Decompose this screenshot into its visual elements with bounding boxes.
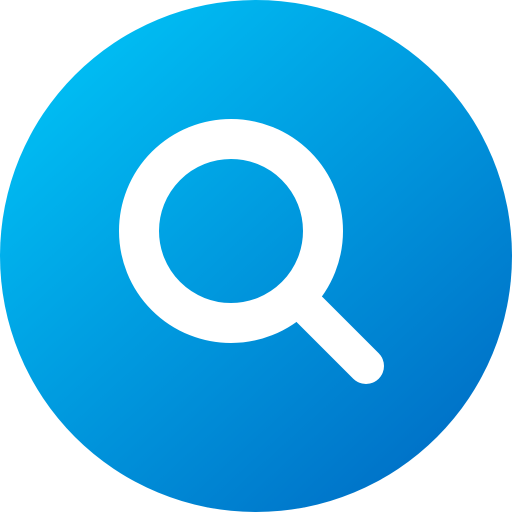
icon-canvas xyxy=(0,0,512,512)
search-button[interactable] xyxy=(0,0,512,512)
background-circle xyxy=(0,0,512,512)
